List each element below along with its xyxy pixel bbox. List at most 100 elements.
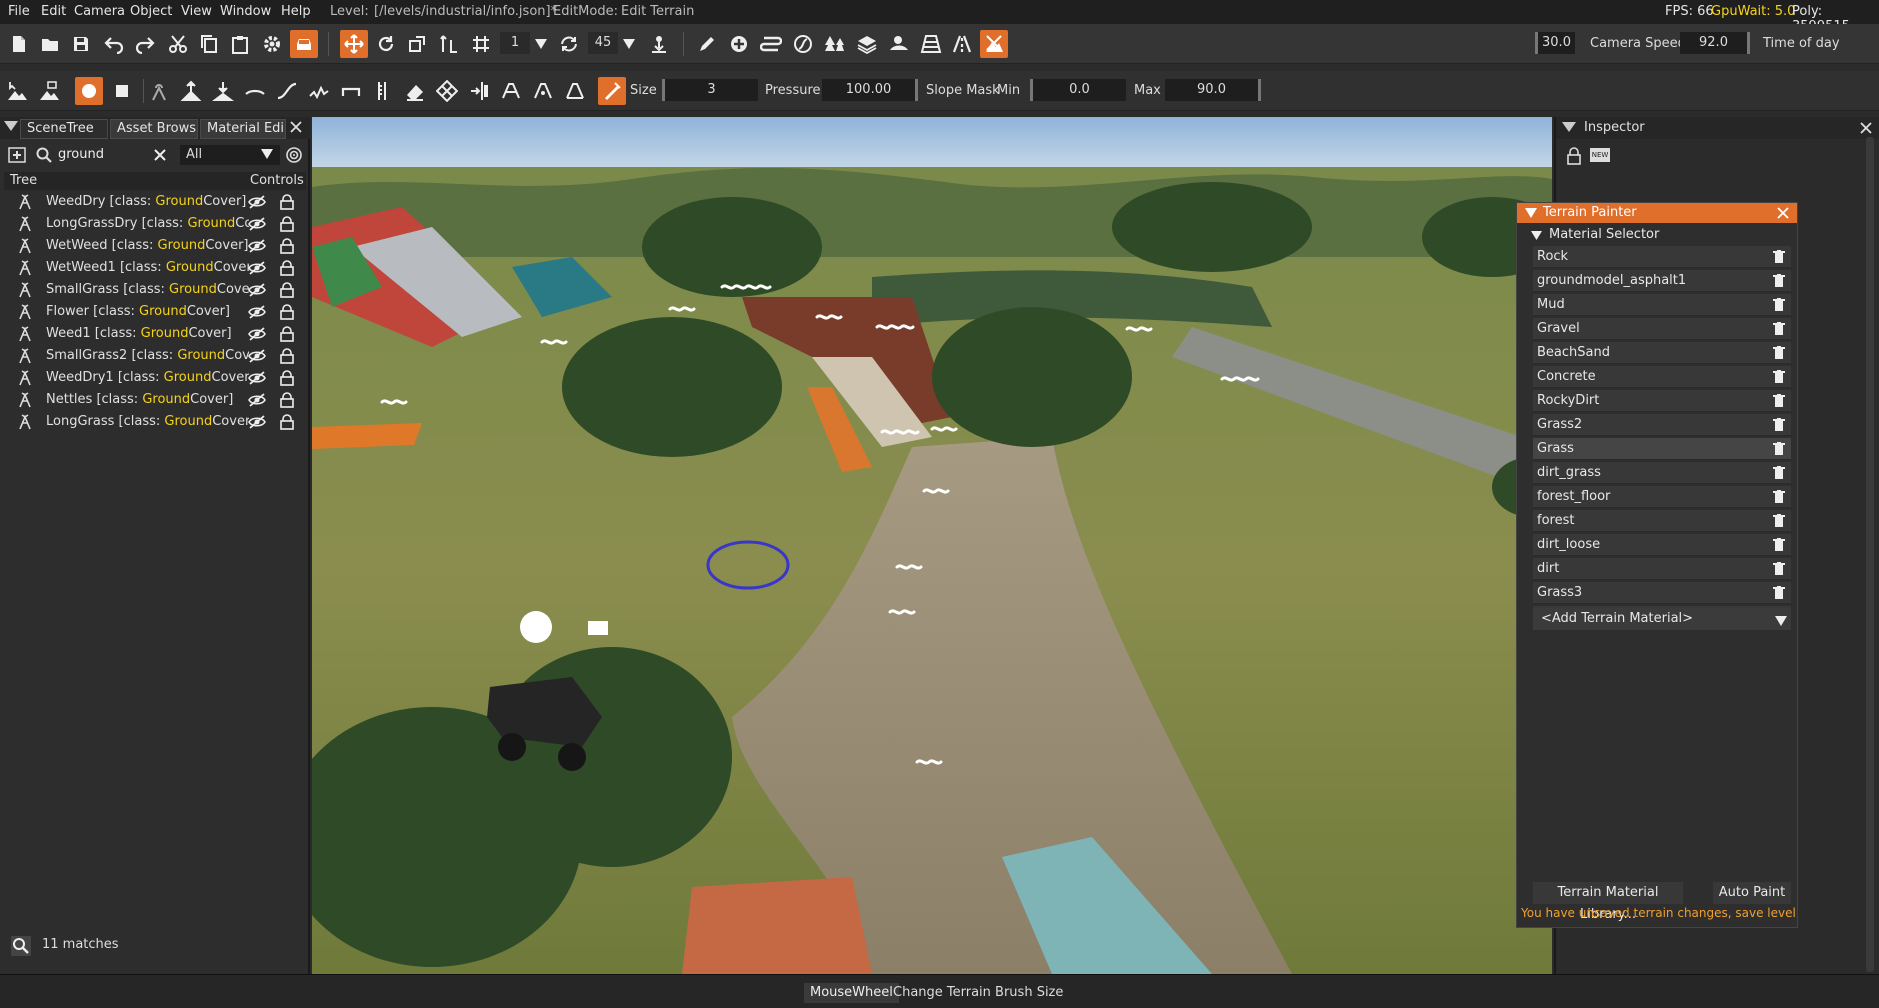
terrain-edit-mode-icon[interactable] [980,30,1008,58]
material-item[interactable]: forest [1533,510,1791,532]
visibility-hidden-icon[interactable] [248,327,266,341]
smooth-icon[interactable] [241,77,269,105]
terrain-scene[interactable] [312,117,1552,974]
menu-window[interactable]: Window [220,4,271,19]
trash-icon[interactable] [1773,370,1785,384]
trash-icon[interactable] [1773,562,1785,576]
pencil-edit-icon[interactable] [693,30,721,58]
rotation-snap-icon[interactable] [555,30,583,58]
trash-icon[interactable] [1773,490,1785,504]
trash-icon[interactable] [1773,514,1785,528]
add-material-chevron-down-icon[interactable] [1775,616,1787,626]
tree-row[interactable]: SmallGrass [class: GroundCover] [4,279,306,301]
lower-height-icon[interactable] [209,77,237,105]
round-brush-icon[interactable] [75,77,103,105]
save-icon[interactable] [67,30,95,58]
material-item[interactable]: Grass3 [1533,582,1791,604]
clear-terrain-icon[interactable] [433,77,461,105]
tree-row[interactable]: Nettles [class: GroundCover] [4,389,306,411]
visibility-hidden-icon[interactable] [248,283,266,297]
pressure-field[interactable]: 100.00 [822,79,918,101]
tree-row[interactable]: Weed1 [class: GroundCover] [4,323,306,345]
close-painter-icon[interactable] [1776,206,1790,220]
trash-icon[interactable] [1773,442,1785,456]
redo-icon[interactable] [131,30,159,58]
select-terrain-icon[interactable] [3,77,31,105]
trash-icon[interactable] [1773,298,1785,312]
viewport-scrollbar[interactable] [1866,140,1874,972]
forest-editor-icon[interactable] [821,30,849,58]
lock-icon[interactable] [280,348,294,364]
material-item[interactable]: Concrete [1533,366,1791,388]
trash-icon[interactable] [1773,538,1785,552]
vehicle-gizmo-icon[interactable] [520,611,552,643]
paint-material-icon[interactable] [497,77,525,105]
auto-paint-button[interactable]: Auto Paint [1713,882,1791,904]
tree-row[interactable]: WeedDry1 [class: GroundCover] [4,367,306,389]
trash-icon[interactable] [1773,394,1785,408]
tree-row[interactable]: WeedDry [class: GroundCover] [4,191,306,213]
set-height-icon[interactable] [369,77,397,105]
grid-icon[interactable] [467,30,495,58]
lock-icon[interactable] [280,282,294,298]
menu-file[interactable]: File [8,4,30,19]
lock-icon[interactable] [280,304,294,320]
tree-row[interactable]: SmallGrass2 [class: GroundCover] [4,345,306,367]
add-terrain-material-select[interactable]: <Add Terrain Material> [1533,608,1791,630]
visibility-hidden-icon[interactable] [248,305,266,319]
trash-icon[interactable] [1773,322,1785,336]
collapse-arrow-icon[interactable] [1525,208,1537,218]
noise-icon[interactable] [305,77,333,105]
move-gizmo-icon[interactable] [340,30,368,58]
undo-icon[interactable] [100,30,128,58]
filter-dropdown-chevron-down-icon[interactable] [261,149,273,159]
clear-search-icon[interactable] [153,148,167,162]
mesh-road-icon[interactable] [948,30,976,58]
menu-object[interactable]: Object [130,4,172,19]
rotate-gizmo-icon[interactable] [372,30,400,58]
menu-view[interactable]: View [181,4,212,19]
slope-max-field[interactable]: 90.0 [1165,79,1261,101]
drop-to-ground-icon[interactable] [645,30,673,58]
new-file-icon[interactable] [5,30,33,58]
trash-icon[interactable] [1773,274,1785,288]
lock-icon[interactable] [280,194,294,210]
material-item[interactable]: RockyDirt [1533,390,1791,412]
material-item[interactable]: BeachSand [1533,342,1791,364]
lock-icon[interactable] [280,326,294,342]
open-folder-icon[interactable] [36,30,64,58]
settings-gear-icon[interactable] [258,30,286,58]
material-item[interactable]: Mud [1533,294,1791,316]
time-of-day-field[interactable]: 92.0 [1680,32,1750,54]
rotation-snap-field[interactable]: 45 [588,32,618,54]
square-brush-icon[interactable] [108,77,136,105]
lock-icon[interactable] [1566,147,1582,165]
road-editor-icon[interactable] [757,30,785,58]
lock-icon[interactable] [280,216,294,232]
material-item[interactable]: Rock [1533,246,1791,268]
material-item[interactable]: groundmodel_asphalt1 [1533,270,1791,292]
tree-row[interactable]: LongGrassDry [class: GroundCover [4,213,306,235]
eraser-icon[interactable] [401,77,429,105]
section-collapse-icon[interactable] [1531,231,1542,240]
visibility-hidden-icon[interactable] [248,349,266,363]
material-item[interactable]: Gravel [1533,318,1791,340]
search-input[interactable]: ground [58,145,158,165]
trash-icon[interactable] [1773,466,1785,480]
tab-scenetree[interactable]: SceneTree [20,119,108,139]
paint-terrain-icon[interactable] [598,77,626,105]
flatten-icon[interactable] [337,77,365,105]
add-object-icon[interactable] [8,147,26,163]
raise-height-icon[interactable] [177,77,205,105]
radar-filter-icon[interactable] [285,146,303,164]
tab-material-editor[interactable]: Material Edi... [200,119,286,139]
panel-collapse-icon[interactable] [4,121,18,133]
trash-icon[interactable] [1773,418,1785,432]
grid-size-field[interactable]: 1 [500,32,530,54]
tree-row[interactable]: LongGrass [class: GroundCover] [4,411,306,433]
terrain-material-library-button[interactable]: Terrain Material Library... [1533,882,1683,922]
lock-icon[interactable] [280,370,294,386]
3d-viewport[interactable] [312,117,1552,974]
menu-camera[interactable]: Camera [74,4,125,19]
grid-dropdown-chevron-down-icon[interactable] [532,30,550,58]
